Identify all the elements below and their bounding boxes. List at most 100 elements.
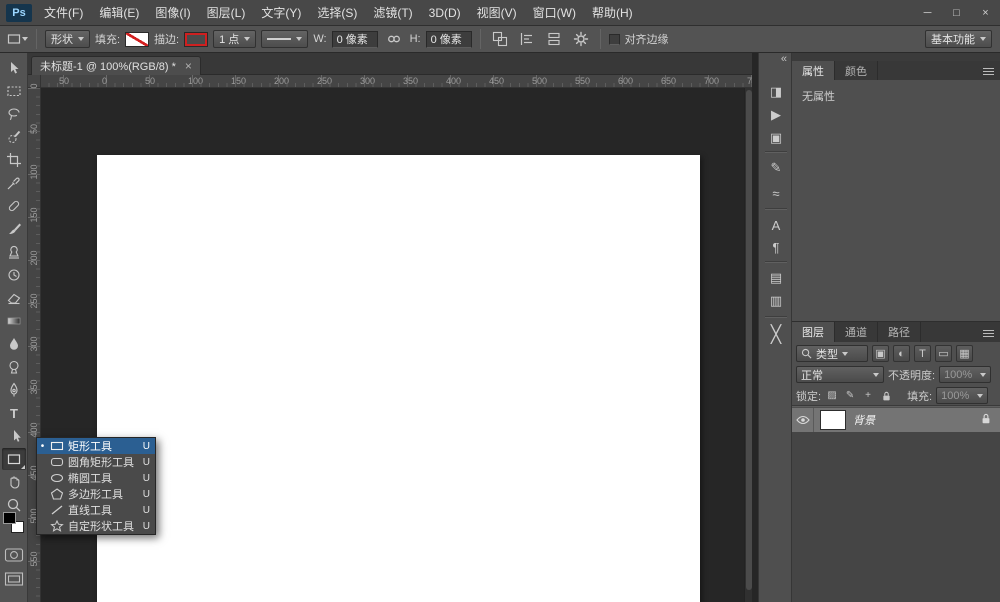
stroke-swatch[interactable] xyxy=(184,32,208,47)
pen-tool[interactable] xyxy=(2,379,26,401)
shape-height-input[interactable]: 0 像素 xyxy=(426,31,472,48)
minimize-icon[interactable]: ─ xyxy=(913,0,942,26)
flyout-item-rectangle-tool[interactable]: • 矩形工具 U xyxy=(37,438,155,454)
menu-item-image[interactable]: 图像(I) xyxy=(147,0,198,26)
workspace-switcher[interactable]: 基本功能 xyxy=(925,30,992,48)
layer-visibility-toggle[interactable] xyxy=(792,408,814,432)
waves-icon[interactable]: ≈ xyxy=(764,183,788,203)
screen-mode-button[interactable] xyxy=(4,571,24,590)
quick-selection-tool[interactable] xyxy=(2,126,26,148)
menu-item-edit[interactable]: 编辑(E) xyxy=(91,0,147,26)
opacity-label: 不透明度: xyxy=(888,367,935,383)
history-brush-tool[interactable] xyxy=(2,264,26,286)
rectangle-tool[interactable] xyxy=(2,448,26,470)
quick-mask-button[interactable] xyxy=(4,547,24,566)
panel-menu-icon[interactable] xyxy=(983,330,994,337)
hand-tool[interactable] xyxy=(2,471,26,493)
document-canvas[interactable] xyxy=(97,155,700,602)
geometry-options-button[interactable] xyxy=(570,29,592,49)
menu-item-3d[interactable]: 3D(D) xyxy=(421,0,469,26)
vertical-scrollbar[interactable] xyxy=(744,88,752,602)
filter-adjustment-layers-icon[interactable]: ◐ xyxy=(893,345,910,362)
crop-tool[interactable] xyxy=(2,149,26,171)
filter-shape-layers-icon[interactable]: ▭ xyxy=(935,345,952,362)
path-selection-tool[interactable] xyxy=(2,425,26,447)
flyout-item-rounded-rectangle-tool[interactable]: 圆角矩形工具 U xyxy=(37,454,155,470)
lasso-tool[interactable] xyxy=(2,103,26,125)
rows-panel-icon[interactable]: ▥ xyxy=(764,291,788,311)
path-alignment-button[interactable] xyxy=(516,29,538,49)
fill-swatch[interactable] xyxy=(125,32,149,47)
layer-filter-dropdown[interactable]: 类型 xyxy=(796,345,868,362)
ruler-label: 200 xyxy=(274,76,289,86)
fill-dropdown[interactable]: 100% xyxy=(936,387,988,404)
tab-channels[interactable]: 通道 xyxy=(835,322,878,342)
close-icon[interactable]: × xyxy=(971,0,1000,26)
expand-panels-icon[interactable]: « xyxy=(781,53,787,65)
document-tab[interactable]: 未标题-1 @ 100%(RGB/8) * × xyxy=(31,56,201,75)
filter-pixel-layers-icon[interactable]: ▣ xyxy=(872,345,889,362)
play-icon[interactable]: ▶ xyxy=(764,105,788,125)
tab-properties[interactable]: 属性 xyxy=(792,61,835,80)
eyedropper-tool[interactable] xyxy=(2,172,26,194)
shape-width-input[interactable]: 0 像素 xyxy=(332,31,378,48)
flyout-item-ellipse-tool[interactable]: 椭圆工具 U xyxy=(37,470,155,486)
filter-type-layers-icon[interactable]: T xyxy=(914,345,931,362)
character-panel-icon[interactable]: A xyxy=(764,215,788,235)
menu-item-help[interactable]: 帮助(H) xyxy=(584,0,641,26)
menu-item-select[interactable]: 选择(S) xyxy=(309,0,365,26)
menu-item-layer[interactable]: 图层(L) xyxy=(199,0,254,26)
dodge-icon xyxy=(6,359,22,375)
maximize-icon[interactable]: □ xyxy=(942,0,971,26)
eraser-tool[interactable] xyxy=(2,287,26,309)
opacity-dropdown[interactable]: 100% xyxy=(939,366,991,383)
menu-item-filter[interactable]: 滤镜(T) xyxy=(365,0,420,26)
layer-thumbnail[interactable] xyxy=(821,411,845,429)
brush-tool[interactable] xyxy=(2,218,26,240)
filter-smart-objects-icon[interactable]: ▦ xyxy=(956,345,973,362)
flyout-item-line-tool[interactable]: 直线工具 U xyxy=(37,502,155,518)
clone-stamp-tool[interactable] xyxy=(2,241,26,263)
foreground-color-swatch[interactable] xyxy=(3,512,16,524)
path-arrangement-button[interactable] xyxy=(543,29,565,49)
grid-panel-icon[interactable]: ▤ xyxy=(764,268,788,288)
path-operations-button[interactable] xyxy=(489,29,511,49)
lock-all-icon[interactable] xyxy=(879,388,893,403)
panel-columns-icon[interactable]: ◨ xyxy=(764,82,788,102)
menu-item-file[interactable]: 文件(F) xyxy=(36,0,91,26)
ruler-label: 500 xyxy=(532,76,547,86)
x-icon[interactable]: ╳ xyxy=(764,323,788,347)
menu-item-window[interactable]: 窗口(W) xyxy=(525,0,584,26)
stacked-squares-icon[interactable]: ▣ xyxy=(764,128,788,148)
stroke-style-dropdown[interactable] xyxy=(261,30,308,48)
blur-tool[interactable] xyxy=(2,333,26,355)
stroke-width-dropdown[interactable]: 1 点 xyxy=(213,30,256,48)
gradient-tool[interactable] xyxy=(2,310,26,332)
lock-transparency-icon[interactable]: ▨ xyxy=(825,388,839,403)
menu-item-type[interactable]: 文字(Y) xyxy=(253,0,309,26)
healing-brush-tool[interactable] xyxy=(2,195,26,217)
paragraph-panel-icon[interactable]: ¶ xyxy=(764,237,788,257)
move-tool[interactable] xyxy=(2,57,26,79)
tool-mode-dropdown[interactable]: 形状 xyxy=(45,30,90,48)
pencil-icon[interactable]: ✎ xyxy=(764,158,788,178)
tab-paths[interactable]: 路径 xyxy=(878,322,921,342)
align-edges-checkbox[interactable] xyxy=(609,34,620,45)
shortcut-label: U xyxy=(143,505,150,516)
type-tool[interactable]: T xyxy=(2,402,26,424)
dodge-tool[interactable] xyxy=(2,356,26,378)
blend-mode-dropdown[interactable]: 正常 xyxy=(796,366,884,383)
link-dimensions-button[interactable] xyxy=(383,29,405,49)
lock-position-icon[interactable]: + xyxy=(861,388,875,403)
marquee-tool[interactable] xyxy=(2,80,26,102)
flyout-item-polygon-tool[interactable]: 多边形工具 U xyxy=(37,486,155,502)
panel-menu-icon[interactable] xyxy=(983,68,994,75)
layer-row[interactable]: 背景 xyxy=(792,408,1000,432)
menu-item-view[interactable]: 视图(V) xyxy=(469,0,525,26)
tab-close-icon[interactable]: × xyxy=(185,60,192,72)
flyout-item-custom-shape-tool[interactable]: 自定形状工具 U xyxy=(37,518,155,534)
lock-pixels-icon[interactable]: ✎ xyxy=(843,388,857,403)
tab-layers[interactable]: 图层 xyxy=(792,322,835,342)
tool-preset-picker[interactable] xyxy=(6,29,28,49)
tab-color[interactable]: 颜色 xyxy=(835,61,878,80)
